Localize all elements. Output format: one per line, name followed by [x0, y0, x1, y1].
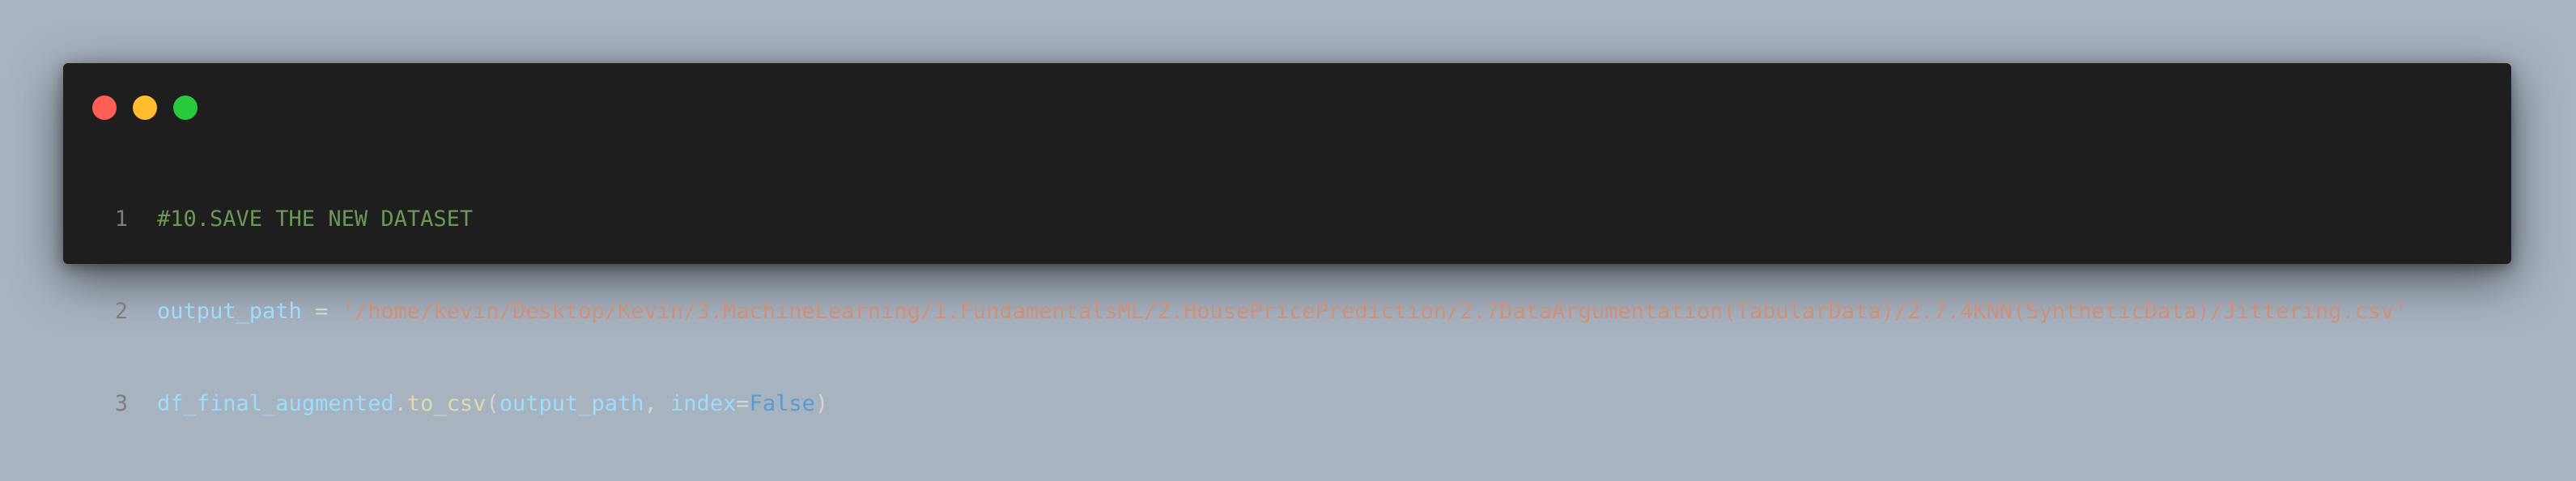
operator-token: =	[301, 299, 342, 324]
maximize-button[interactable]	[173, 96, 198, 120]
code-line: 3 df_final_augmented.to_csv(output_path,…	[63, 389, 2511, 419]
comment-token: #10.SAVE THE NEW DATASET	[157, 206, 474, 232]
variable-token: index	[670, 391, 737, 416]
code-window: 1 #10.SAVE THE NEW DATASET 2 output_path…	[63, 63, 2511, 416]
code-line: 1 #10.SAVE THE NEW DATASET	[63, 204, 2511, 235]
line-number: 1	[114, 206, 128, 232]
operator-token: =	[736, 391, 750, 416]
line-number: 2	[114, 299, 128, 324]
variable-token: df_final_augmented	[157, 391, 394, 416]
variable-token: output_path	[499, 391, 644, 416]
variable-token: output_path	[157, 299, 302, 324]
line-content: #10.SAVE THE NEW DATASET	[128, 204, 473, 235]
line-content: output_path = '/home/kevin/Desktop/Kevin…	[128, 296, 2408, 327]
code-line: 2 output_path = '/home/kevin/Desktop/Kev…	[63, 296, 2511, 327]
minimize-button[interactable]	[133, 96, 157, 120]
code-block: 1 #10.SAVE THE NEW DATASET 2 output_path…	[63, 143, 2511, 481]
operator-token: )	[814, 391, 829, 416]
line-number: 3	[114, 391, 128, 416]
function-token: to_csv	[406, 391, 487, 416]
operator-token: (	[486, 391, 499, 416]
keyword-token: False	[749, 391, 815, 416]
line-content: df_final_augmented.to_csv(output_path, i…	[128, 389, 828, 419]
operator-token: .	[393, 391, 407, 416]
operator-token: ,	[644, 391, 671, 416]
string-token: '/home/kevin/Desktop/Kevin/3.MachineLear…	[341, 299, 2408, 324]
close-button[interactable]	[92, 96, 117, 120]
window-controls	[92, 96, 198, 120]
